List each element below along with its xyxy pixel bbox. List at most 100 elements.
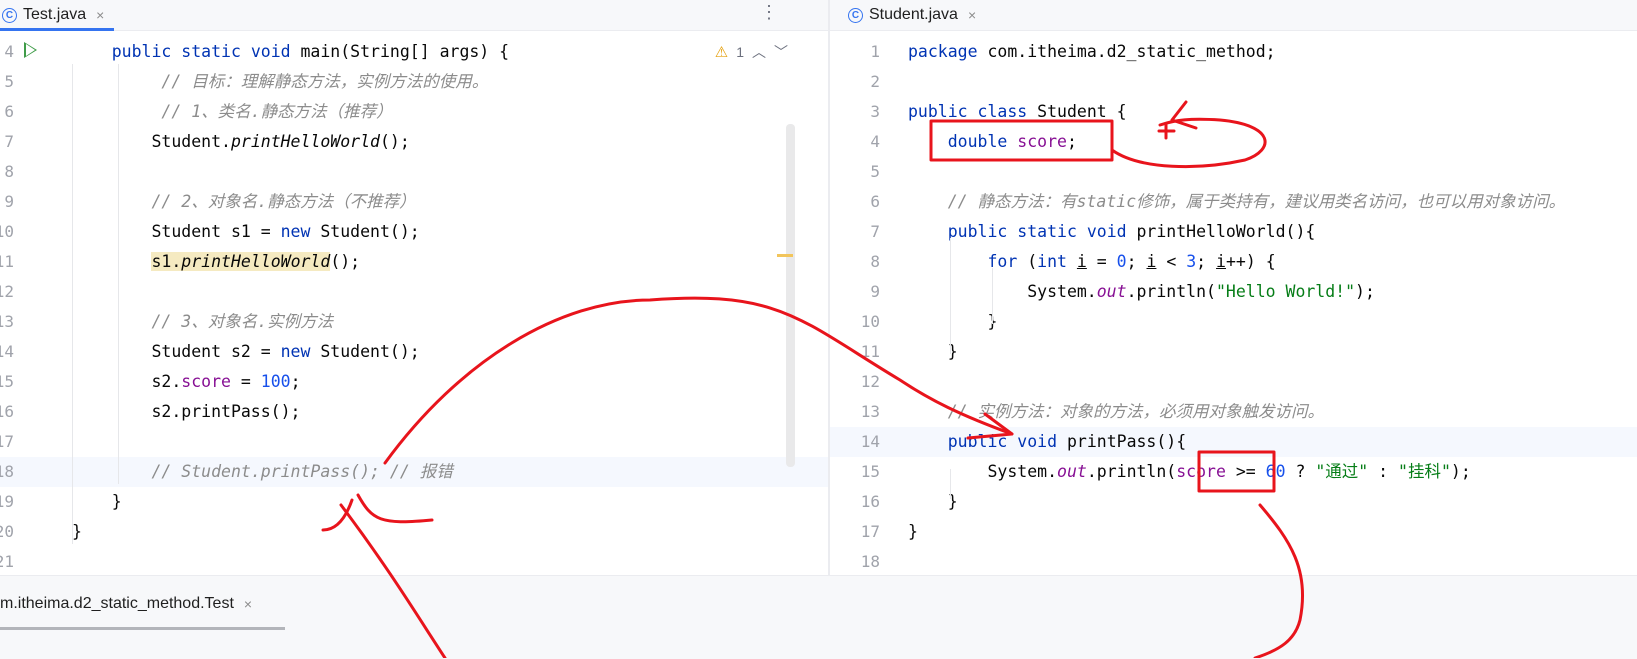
code-text[interactable]: for (int i = 0; i < 3; i++) { bbox=[908, 247, 1275, 277]
code-line[interactable]: 18 // Student.printPass(); // 报错 bbox=[0, 457, 828, 487]
code-text[interactable]: } bbox=[72, 517, 82, 547]
line-number[interactable]: 17 bbox=[830, 517, 880, 547]
run-icon[interactable] bbox=[24, 42, 37, 58]
code-line[interactable]: 11 } bbox=[830, 337, 1637, 367]
line-number[interactable]: 19 bbox=[0, 487, 14, 517]
code-text[interactable]: public void printPass(){ bbox=[908, 427, 1186, 457]
code-text[interactable]: System.out.println("Hello World!"); bbox=[908, 277, 1375, 307]
code-text[interactable]: } bbox=[908, 307, 997, 337]
line-number[interactable]: 4 bbox=[830, 127, 880, 157]
tab-student-java[interactable]: C Student.java × bbox=[848, 0, 976, 30]
code-line[interactable]: 5 bbox=[830, 157, 1637, 187]
line-number[interactable]: 16 bbox=[830, 487, 880, 517]
code-line[interactable]: 12 bbox=[830, 367, 1637, 397]
code-line[interactable]: 6 // 静态方法：有static修饰，属于类持有，建议用类名访问，也可以用对象… bbox=[830, 187, 1637, 217]
vertical-scrollbar[interactable] bbox=[786, 124, 795, 467]
code-line[interactable]: 9 System.out.println("Hello World!"); bbox=[830, 277, 1637, 307]
inspection-widget[interactable]: ⚠ 1 ︿ ﹀ bbox=[715, 37, 788, 67]
code-text[interactable]: public static void printHelloWorld(){ bbox=[908, 217, 1316, 247]
close-icon[interactable]: × bbox=[96, 7, 104, 23]
line-number[interactable]: 10 bbox=[830, 307, 880, 337]
code-line[interactable]: 16 } bbox=[830, 487, 1637, 517]
code-line[interactable]: 4 public static void main(String[] args)… bbox=[0, 37, 828, 67]
run-config-tab[interactable]: m.itheima.d2_static_method.Test × bbox=[0, 589, 252, 619]
code-line[interactable]: 17} bbox=[830, 517, 1637, 547]
code-line[interactable]: 21 bbox=[0, 547, 828, 575]
code-line[interactable]: 8 bbox=[0, 157, 828, 187]
code-text[interactable]: // 目标：理解静态方法，实例方法的使用。 bbox=[72, 67, 488, 97]
code-text[interactable]: } bbox=[908, 517, 918, 547]
line-number[interactable]: 18 bbox=[0, 457, 14, 487]
code-line[interactable]: 5 // 目标：理解静态方法，实例方法的使用。 bbox=[0, 67, 828, 97]
line-number[interactable]: 15 bbox=[0, 367, 14, 397]
chevron-down-icon[interactable]: ﹀ bbox=[774, 42, 788, 62]
line-number[interactable]: 6 bbox=[0, 97, 14, 127]
code-line[interactable]: 3 public class Student { bbox=[830, 97, 1637, 127]
code-text[interactable]: public static void main(String[] args) { bbox=[72, 37, 509, 67]
code-line[interactable]: 14 public void printPass(){ bbox=[830, 427, 1637, 457]
line-number[interactable]: 3 bbox=[830, 97, 880, 127]
line-number[interactable]: 4 bbox=[0, 37, 14, 67]
line-number[interactable]: 2 bbox=[830, 67, 880, 97]
warning-marker[interactable] bbox=[777, 254, 793, 257]
line-number[interactable]: 6 bbox=[830, 187, 880, 217]
code-line[interactable]: 11 s1.printHelloWorld(); bbox=[0, 247, 828, 277]
line-number[interactable]: 8 bbox=[830, 247, 880, 277]
code-line[interactable]: 16 s2.printPass(); bbox=[0, 397, 828, 427]
line-number[interactable]: 17 bbox=[0, 427, 14, 457]
code-text[interactable]: // 2、对象名.静态方法（不推荐） bbox=[72, 187, 415, 217]
code-line[interactable]: 10 } bbox=[830, 307, 1637, 337]
line-number[interactable]: 7 bbox=[830, 217, 880, 247]
line-number[interactable]: 12 bbox=[830, 367, 880, 397]
line-number[interactable]: 14 bbox=[830, 427, 880, 457]
code-line[interactable]: 14 Student s2 = new Student(); bbox=[0, 337, 828, 367]
chevron-up-icon[interactable]: ︿ bbox=[752, 42, 766, 62]
line-number[interactable]: 11 bbox=[830, 337, 880, 367]
code-text[interactable]: } bbox=[72, 487, 122, 517]
line-number[interactable]: 18 bbox=[830, 547, 880, 575]
line-number[interactable]: 21 bbox=[0, 547, 14, 575]
code-text[interactable]: double score; bbox=[908, 127, 1077, 157]
code-text[interactable]: s2.score = 100; bbox=[72, 367, 300, 397]
code-text[interactable]: s1.printHelloWorld(); bbox=[72, 247, 360, 277]
code-line[interactable]: 1 package com.itheima.d2_static_method; bbox=[830, 37, 1637, 67]
code-text[interactable]: // 静态方法：有static修饰，属于类持有，建议用类名访问，也可以用对象访问… bbox=[908, 187, 1565, 217]
code-line[interactable]: 6 // 1、类名.静态方法（推荐） bbox=[0, 97, 828, 127]
line-number[interactable]: 16 bbox=[0, 397, 14, 427]
line-number[interactable]: 14 bbox=[0, 337, 14, 367]
code-line[interactable]: 12 bbox=[0, 277, 828, 307]
code-text[interactable]: Student s1 = new Student(); bbox=[72, 217, 419, 247]
code-line[interactable]: 10 Student s1 = new Student(); bbox=[0, 217, 828, 247]
line-number[interactable]: 12 bbox=[0, 277, 14, 307]
tab-test-java[interactable]: C Test.java × bbox=[0, 0, 115, 31]
code-line[interactable]: 18 bbox=[830, 547, 1637, 575]
code-text[interactable]: // 3、对象名.实例方法 bbox=[72, 307, 333, 337]
code-line[interactable]: 4 double score; bbox=[830, 127, 1637, 157]
code-text[interactable]: s2.printPass(); bbox=[72, 397, 300, 427]
line-number[interactable]: 5 bbox=[0, 67, 14, 97]
close-icon[interactable]: × bbox=[244, 596, 252, 612]
line-number[interactable]: 20 bbox=[0, 517, 14, 547]
line-number[interactable]: 10 bbox=[0, 217, 14, 247]
line-number[interactable]: 5 bbox=[830, 157, 880, 187]
line-number[interactable]: 13 bbox=[0, 307, 14, 337]
line-number[interactable]: 15 bbox=[830, 457, 880, 487]
line-number[interactable]: 11 bbox=[0, 247, 14, 277]
line-number[interactable]: 1 bbox=[830, 37, 880, 67]
line-number[interactable]: 13 bbox=[830, 397, 880, 427]
code-text[interactable]: package com.itheima.d2_static_method; bbox=[908, 37, 1276, 67]
code-line[interactable]: 15 System.out.println(score >= 60 ? "通过"… bbox=[830, 457, 1637, 487]
line-number[interactable]: 9 bbox=[830, 277, 880, 307]
code-line[interactable]: 9 // 2、对象名.静态方法（不推荐） bbox=[0, 187, 828, 217]
code-text[interactable]: Student.printHelloWorld(); bbox=[72, 127, 409, 157]
line-number[interactable]: 9 bbox=[0, 187, 14, 217]
code-text[interactable]: Student s2 = new Student(); bbox=[72, 337, 419, 367]
code-line[interactable]: 13 // 3、对象名.实例方法 bbox=[0, 307, 828, 337]
code-text[interactable]: System.out.println(score >= 60 ? "通过" : … bbox=[908, 457, 1470, 487]
code-line[interactable]: 7 public static void printHelloWorld(){ bbox=[830, 217, 1637, 247]
code-text[interactable]: // 实例方法：对象的方法，必须用对象触发访问。 bbox=[908, 397, 1324, 427]
code-line[interactable]: 13 // 实例方法：对象的方法，必须用对象触发访问。 bbox=[830, 397, 1637, 427]
code-line[interactable]: 15 s2.score = 100; bbox=[0, 367, 828, 397]
code-text[interactable]: // 1、类名.静态方法（推荐） bbox=[72, 97, 392, 127]
code-line[interactable]: 8 for (int i = 0; i < 3; i++) { bbox=[830, 247, 1637, 277]
